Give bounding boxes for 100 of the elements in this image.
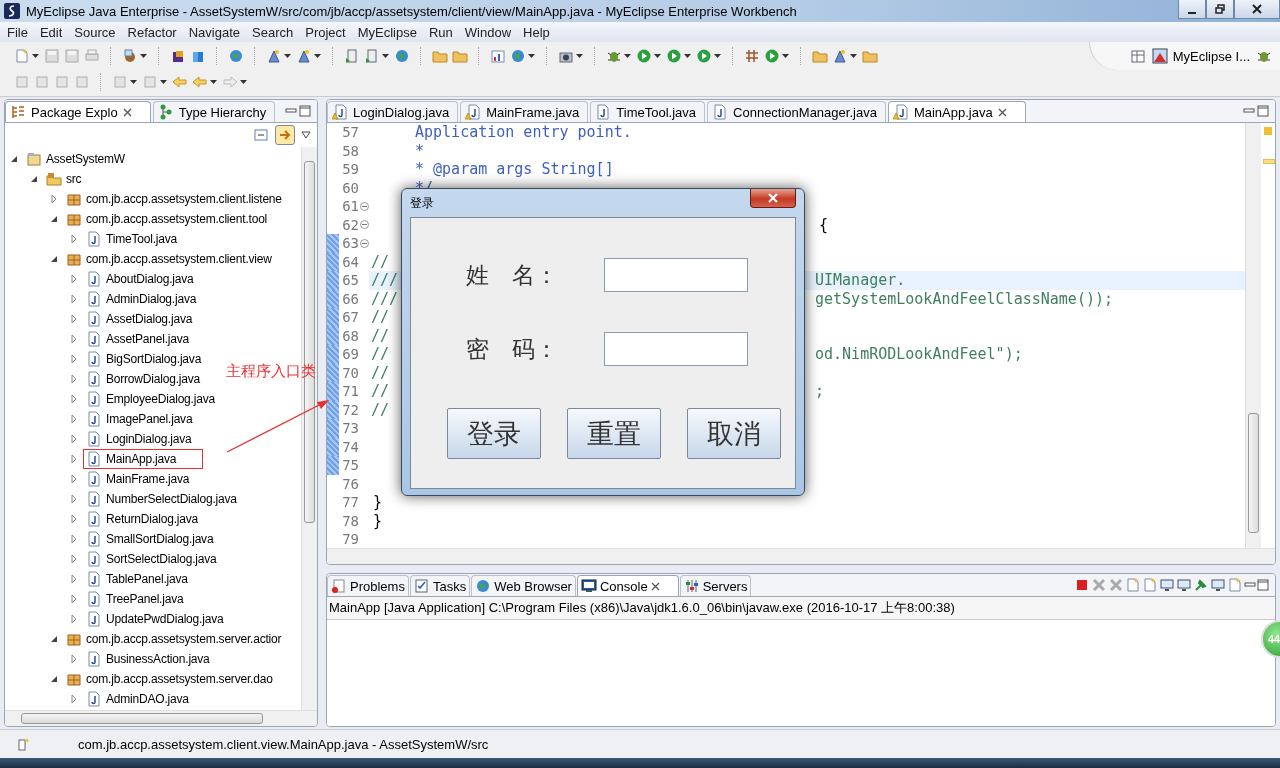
- tree-item[interactable]: TimeTool.java: [106, 232, 177, 246]
- expand-arrow-icon[interactable]: [69, 654, 79, 664]
- wizard-icon[interactable]: [296, 48, 312, 64]
- tree-item[interactable]: AdminDialog.java: [106, 292, 197, 306]
- menu-item[interactable]: Refactor: [122, 24, 184, 40]
- tree-item[interactable]: BigSortDialog.java: [106, 352, 202, 366]
- dialog-button[interactable]: 重置: [567, 408, 661, 459]
- view-tab[interactable]: Tasks: [409, 575, 471, 596]
- expand-arrow-icon[interactable]: [69, 314, 79, 324]
- stop-icon[interactable]: [1074, 577, 1090, 593]
- close-button[interactable]: [750, 189, 796, 208]
- close-icon[interactable]: [122, 107, 132, 117]
- vertical-scrollbar[interactable]: [1245, 123, 1261, 548]
- menu-item[interactable]: Window: [459, 24, 519, 40]
- dialog-button[interactable]: 取消: [687, 408, 781, 459]
- tree-item[interactable]: ReturnDialog.java: [106, 512, 198, 526]
- tree-item[interactable]: AssetSystemW: [46, 152, 125, 166]
- menu-item[interactable]: Source: [69, 24, 123, 40]
- maximize-icon[interactable]: [299, 105, 311, 117]
- tree-item[interactable]: LoginDialog.java: [106, 432, 192, 446]
- close-icon[interactable]: [997, 107, 1007, 117]
- editor-tab[interactable]: TimeTool.java: [590, 101, 706, 122]
- expand-arrow-icon[interactable]: [69, 274, 79, 284]
- tree-item[interactable]: NumberSelectDialog.java: [106, 492, 237, 506]
- minimize-button[interactable]: [1178, 0, 1206, 19]
- wizard-icon[interactable]: [266, 48, 282, 64]
- menu-item[interactable]: MyEclipse: [352, 24, 424, 40]
- input-field[interactable]: [604, 258, 748, 292]
- tree-item[interactable]: TablePanel.java: [106, 572, 188, 586]
- expand-arrow-icon[interactable]: [69, 354, 79, 364]
- collapse-arrow-icon[interactable]: [29, 174, 39, 184]
- collapse-arrow-icon[interactable]: [49, 254, 59, 264]
- grid-icon[interactable]: [744, 48, 760, 64]
- globe-icon[interactable]: [228, 48, 244, 64]
- tree-item[interactable]: UpdatePwdDialog.java: [106, 612, 224, 626]
- monitor-icon[interactable]: [1210, 577, 1226, 593]
- view-tab[interactable]: Problems: [327, 575, 409, 596]
- tree-item[interactable]: SortSelectDialog.java: [106, 552, 217, 566]
- tree-item[interactable]: BorrowDialog.java: [106, 372, 200, 386]
- expand-arrow-icon[interactable]: [69, 694, 79, 704]
- tree-item[interactable]: MainFrame.java: [106, 472, 190, 486]
- server-icon[interactable]: [344, 48, 360, 64]
- tree-item[interactable]: com.jb.accp.assetsystem.client.view: [86, 252, 272, 266]
- collapse-arrow-icon[interactable]: [49, 634, 59, 644]
- expand-arrow-icon[interactable]: [69, 434, 79, 444]
- tree-item[interactable]: EmployeeDialog.java: [106, 392, 215, 406]
- menu-item[interactable]: Project: [300, 24, 353, 40]
- close-button[interactable]: [1234, 0, 1280, 19]
- editor-tab[interactable]: MainFrame.java: [460, 101, 589, 122]
- chart-icon[interactable]: [490, 48, 506, 64]
- expand-arrow-icon[interactable]: [69, 534, 79, 544]
- tree-item[interactable]: BusinessAction.java: [106, 652, 210, 666]
- view-menu-icon[interactable]: [301, 130, 311, 140]
- editor-tab[interactable]: MainApp.java: [887, 101, 1026, 122]
- brush-icon[interactable]: [832, 48, 848, 64]
- expand-arrow-icon[interactable]: [69, 574, 79, 584]
- folder-icon[interactable]: [432, 48, 448, 64]
- warning-marker[interactable]: [1263, 159, 1275, 164]
- view-tab[interactable]: Web Browser: [471, 575, 576, 596]
- horizontal-scrollbar[interactable]: [327, 548, 1275, 564]
- vertical-scrollbar[interactable]: [301, 147, 317, 710]
- tree-item[interactable]: src: [66, 172, 82, 186]
- collapse-all-icon[interactable]: [253, 127, 269, 143]
- expand-arrow-icon[interactable]: [49, 194, 59, 204]
- display-console-icon[interactable]: [1176, 577, 1192, 593]
- tree-item[interactable]: ImagePanel.java: [106, 412, 193, 426]
- restore-button[interactable]: [1206, 0, 1234, 19]
- warning-marker[interactable]: [1264, 127, 1272, 135]
- menu-item[interactable]: Edit: [34, 24, 70, 40]
- remove-icon[interactable]: [1091, 577, 1107, 593]
- tree-item[interactable]: TreePanel.java: [106, 592, 184, 606]
- collapse-arrow-icon[interactable]: [49, 674, 59, 684]
- expand-arrow-icon[interactable]: [69, 514, 79, 524]
- tree-item[interactable]: AssetPanel.java: [106, 332, 190, 346]
- view-tab[interactable]: Type Hierarchy: [152, 101, 276, 122]
- tree-item[interactable]: com.jb.accp.assetsystem.client.listene: [86, 192, 282, 206]
- menu-item[interactable]: Search: [247, 24, 301, 40]
- fold-icon[interactable]: [359, 238, 369, 248]
- expand-arrow-icon[interactable]: [69, 334, 79, 344]
- collapse-arrow-icon[interactable]: [9, 154, 19, 164]
- tree-item[interactable]: MainApp.java: [106, 452, 177, 466]
- tree-item[interactable]: com.jb.accp.assetsystem.client.tool: [86, 212, 268, 226]
- expand-arrow-icon[interactable]: [69, 394, 79, 404]
- horizontal-scrollbar[interactable]: [5, 710, 317, 726]
- bean-icon[interactable]: [122, 48, 138, 64]
- input-field[interactable]: [604, 332, 748, 366]
- remove-all-icon[interactable]: [1108, 577, 1124, 593]
- perspective-button[interactable]: MyEclipse I...: [1151, 48, 1250, 64]
- print-icon[interactable]: [84, 48, 100, 64]
- pin-icon[interactable]: [1193, 577, 1209, 593]
- view-tab[interactable]: Servers: [679, 575, 752, 596]
- editor-tab[interactable]: ConnectionManager.java: [707, 101, 886, 122]
- menu-item[interactable]: Run: [423, 24, 460, 40]
- expand-arrow-icon[interactable]: [69, 594, 79, 604]
- expand-arrow-icon[interactable]: [69, 474, 79, 484]
- expand-arrow-icon[interactable]: [69, 234, 79, 244]
- menu-item[interactable]: Navigate: [183, 24, 247, 40]
- tree-item[interactable]: AssetDialog.java: [106, 312, 193, 326]
- expand-arrow-icon[interactable]: [69, 554, 79, 564]
- maximize-icon[interactable]: [1257, 105, 1269, 117]
